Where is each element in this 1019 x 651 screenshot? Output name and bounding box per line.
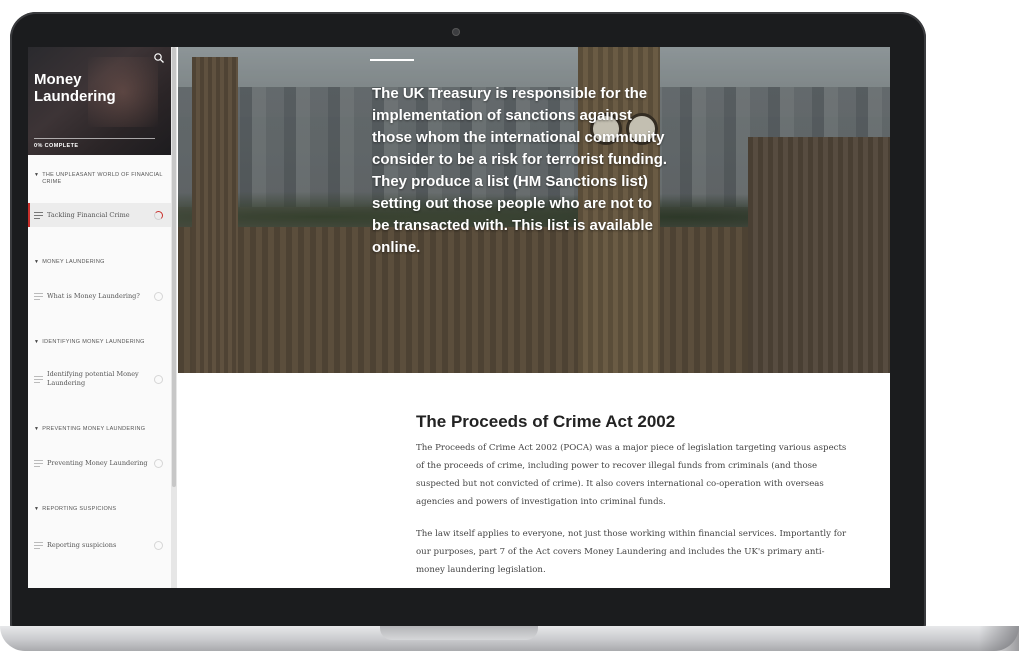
section-title: IDENTIFYING MONEY LAUNDERING [42,339,145,345]
section-header-money-laundering[interactable]: ▼ MONEY LAUNDERING [28,259,171,266]
progress-bar [34,138,155,139]
course-sidebar: Money Laundering 0% COMPLETE ▼ THE UNPLE… [28,47,172,588]
lesson-lines-icon [34,542,43,549]
lesson-reporting-suspicions[interactable]: Reporting suspicions [28,541,171,550]
lesson-lines-icon [34,375,43,383]
lesson-tackling-financial-crime[interactable]: Tackling Financial Crime [28,203,171,227]
lesson-progress-icon [154,374,163,384]
search-icon[interactable] [153,51,165,63]
caret-down-icon: ▼ [34,259,40,265]
article-paragraph: The law itself applies to everyone, not … [416,529,847,575]
sidebar-scrollbar[interactable] [171,47,177,588]
section-title: REPORTING SUSPICIONS [42,506,117,512]
lesson-label: Tackling Financial Crime [47,210,130,219]
section-header-financial-crime[interactable]: ▼ THE UNPLEASANT WORLD OF FINANCIAL CRIM… [28,172,171,186]
screen: Money Laundering 0% COMPLETE ▼ THE UNPLE… [28,47,890,588]
caret-down-icon: ▼ [34,339,40,345]
lesson-label: Reporting suspicions [47,541,117,549]
article-body: The Proceeds of Crime Act 2002 The Proce… [416,411,848,588]
section-title: THE UNPLEASANT WORLD OF FINANCIAL CRIME [42,172,163,185]
lesson-label: Preventing Money Laundering [47,459,148,467]
lesson-preventing-money-laundering[interactable]: Preventing Money Laundering [28,459,171,468]
section-title: PREVENTING MONEY LAUNDERING [42,426,146,432]
lesson-lines-icon [34,460,43,467]
hero-banner: The UK Treasury is responsible for the i… [178,47,890,373]
caret-down-icon: ▼ [34,426,40,432]
section-header-reporting[interactable]: ▼ REPORTING SUSPICIONS [28,506,171,513]
lesson-identifying-potential[interactable]: Identifying potential Money Laundering [28,370,171,388]
lesson-nav: ▼ THE UNPLEASANT WORLD OF FINANCIAL CRIM… [28,172,171,550]
camera-icon [452,28,460,36]
lesson-content: The UK Treasury is responsible for the i… [178,47,890,588]
lesson-label: Identifying potential Money Laundering [47,370,139,387]
caret-down-icon: ▼ [34,172,40,178]
laptop-base-notch [380,626,538,640]
lesson-what-is-money-laundering[interactable]: What is Money Laundering? [28,292,171,301]
hero-quote: The UK Treasury is responsible for the i… [372,85,668,256]
sidebar-header: Money Laundering 0% COMPLETE [28,47,171,155]
article-title: The Proceeds of Crime Act 2002 [416,412,676,431]
article-paragraph: The Proceeds of Crime Act 2002 (POCA) wa… [416,443,847,507]
section-header-identifying[interactable]: ▼ IDENTIFYING MONEY LAUNDERING [28,339,171,346]
lesson-progress-icon [154,292,163,301]
hero-rule [370,59,414,61]
lesson-lines-icon [34,211,43,219]
scrollbar-thumb[interactable] [172,47,176,487]
section-title: MONEY LAUNDERING [42,259,105,265]
section-header-preventing[interactable]: ▼ PREVENTING MONEY LAUNDERING [28,426,171,433]
lesson-lines-icon [34,293,43,300]
lesson-progress-icon [154,459,163,468]
course-title: Money Laundering [34,71,116,105]
caret-down-icon: ▼ [34,506,40,512]
lesson-progress-icon [154,541,163,550]
lesson-progress-icon [154,210,163,220]
progress-text: 0% COMPLETE [34,143,79,149]
lesson-label: What is Money Laundering? [47,292,140,300]
laptop-base-shadow [979,626,1019,651]
